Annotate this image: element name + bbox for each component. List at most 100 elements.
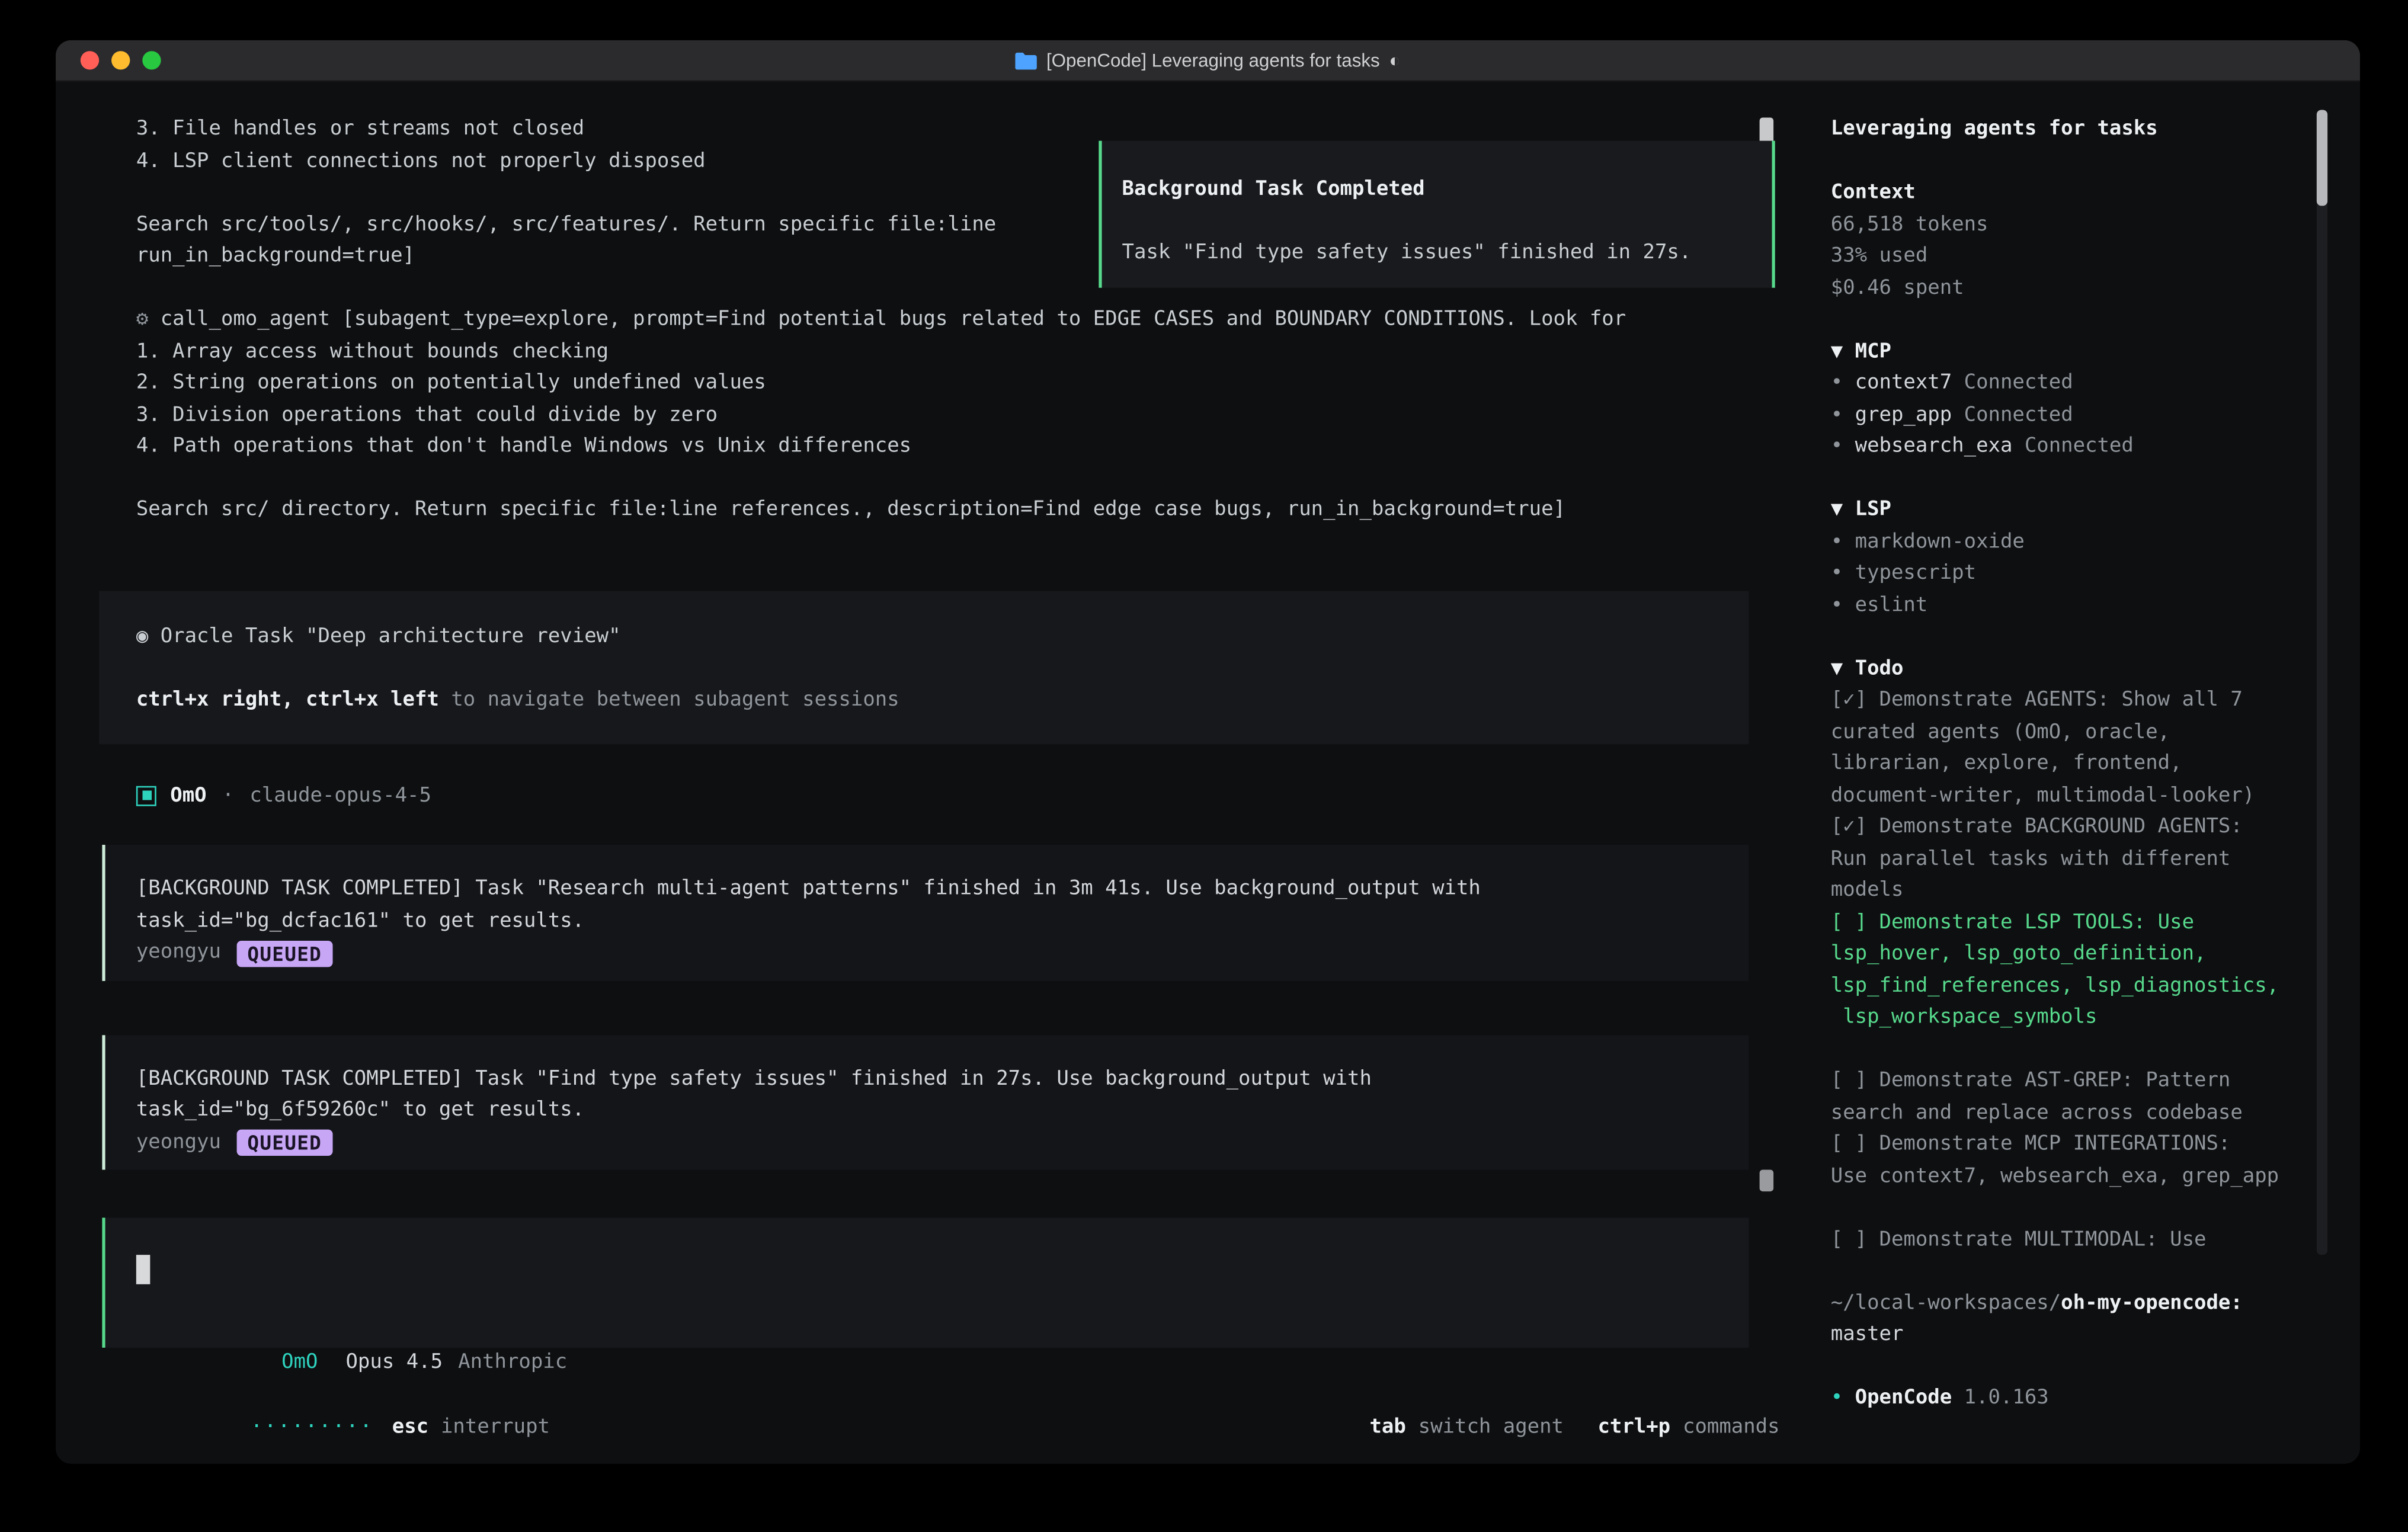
agent-model: claude-opus-4-5 [249,784,431,807]
gear-icon: ⚙ [136,308,161,331]
todo-item-line: [ ] Demonstrate AST-GREP: Pattern [1831,1066,2349,1098]
terminal-window: [OpenCode] Leveraging agents for tasks ◐… [56,40,2360,1464]
collapse-arrow-icon[interactable]: ▼ [1831,498,1843,521]
app-content: 3. File handles or streams not closed4. … [56,82,2360,1463]
todo-item-line: lsp_hover, lsp_goto_definition, [1831,939,2349,971]
collapse-arrow-icon[interactable]: ▼ [1831,339,1843,363]
todo-item-line: curated agents (OmO, oracle, [1831,717,2349,749]
todo-item-line: Use context7, websearch_exa, grep_app [1831,1161,2349,1193]
window-title: [OpenCode] Leveraging agents for tasks ◐ [1016,50,1401,72]
context-heading: Context [1831,178,2349,210]
tab-label: switch agent [1418,1415,1564,1438]
traffic-lights [81,51,161,69]
lsp-item: • eslint [1831,590,2349,622]
ctrlp-key: ctrl+p [1597,1415,1670,1438]
mcp-item: • websearch_exa Connected [1831,432,2349,464]
toast-title: Background Task Completed [1122,175,1772,207]
terminal-line: 3. Division operations that could divide… [136,400,1626,432]
todo-item-line: librarian, explore, frontend, [1831,749,2349,781]
lsp-name: typescript [1855,562,1976,585]
todo-item-line: [ ] Demonstrate LSP TOOLS: Use [1831,908,2349,940]
task-user: yeongyu [136,1127,221,1159]
blank-line [1831,1257,2349,1289]
task-line: task_id="bg_6f59260c" to get results. [136,1095,1718,1127]
task-message: [BACKGROUND TASK COMPLETED] Task "Find t… [102,1034,1749,1170]
bullet-icon: • [1831,594,1855,617]
todo-item-line: lsp_find_references, lsp_diagnostics, [1831,971,2349,1003]
esc-label: interrupt [441,1415,550,1438]
todo-item-line: lsp_workspace_symbols [1831,1002,2349,1034]
zoom-button[interactable] [142,51,161,69]
terminal-line: 4. LSP client connections not properly d… [136,146,996,178]
context-stat: $0.46 spent [1831,273,2349,305]
mcp-status: Connected [1952,371,2073,395]
task-line: [BACKGROUND TASK COMPLETED] Task "Find t… [136,1064,1718,1096]
window-title-text: [OpenCode] Leveraging agents for tasks [1046,50,1380,72]
status-bar: ·········escinterrupt tabswitch agentctr… [105,1380,1780,1412]
oracle-hint: ctrl+x right, ctrl+x left to navigate be… [136,685,1749,717]
text-cursor [136,1255,150,1284]
lsp-name: eslint [1855,594,1928,617]
prompt-input[interactable]: OmOOpus 4.5Anthropic [102,1217,1749,1347]
separator-dot: · [222,784,234,807]
bullet-icon: • [1831,530,1855,553]
close-button[interactable] [81,51,99,69]
ctrlp-label: commands [1683,1415,1780,1438]
notification-toast: Background Task Completed Task "Find typ… [1099,141,1775,288]
bullet-icon: • [1831,562,1855,585]
todo-item-line: [ ] Demonstrate MULTIMODAL: Use [1831,1225,2349,1257]
agent-header: OmO · claude-opus-4-5 [136,780,431,812]
context-stat: 66,518 tokens [1831,210,2349,242]
folder-icon [1016,52,1038,69]
bullet-icon: • [1831,435,1855,458]
scrollback-text: 3. File handles or streams not closed4. … [136,114,996,273]
terminal-line: Search src/ directory. Return specific f… [136,495,1626,527]
lsp-item: • typescript [1831,559,2349,591]
terminal-line: 2. String operations on potentially unde… [136,368,1626,400]
todo-item-line: models [1831,876,2349,908]
model-row: OmOOpus 4.5Anthropic [136,1315,567,1347]
titlebar[interactable]: [OpenCode] Leveraging agents for tasks ◐ [56,40,2360,82]
session-progress-icon: ◐ [1389,50,1400,72]
scrollbar-thumb[interactable] [2317,110,2327,206]
minimize-button[interactable] [111,51,130,69]
session-title: Leveraging agents for tasks [1831,114,2349,146]
input-agent: OmO [281,1350,318,1373]
terminal-line: 3. File handles or streams not closed [136,114,996,146]
toast-body: Task "Find type safety issues" finished … [1122,238,1772,270]
blank-line [1831,463,2349,495]
tool-call-lines: 1. Array access without bounds checking2… [136,336,1626,527]
spinner: ········· [251,1415,374,1438]
terminal-line: ⚙ call_omo_agent [subagent_type=explore,… [136,305,1626,337]
lsp-item: • markdown-oxide [1831,527,2349,559]
task-meta: yeongyuQUEUED [136,1127,1718,1159]
blank-line [1831,305,2349,337]
mcp-heading: ▼ MCP [1831,336,2349,368]
task-message-list: [BACKGROUND TASK COMPLETED] Task "Resear… [102,845,1749,1224]
blank-line [1122,207,1772,239]
lsp-name: markdown-oxide [1855,530,2025,553]
context-stats: 66,518 tokens33% used$0.46 spent [1831,210,2349,305]
terminal-line [136,463,1626,495]
agent-icon [136,786,156,806]
tool-call-head: call_omo_agent [subagent_type=explore, p… [161,308,1626,331]
status-left: ·········escinterrupt [105,1380,550,1412]
mcp-item: • grep_app Connected [1831,400,2349,432]
todo-item-line: document-writer, multimodal-looker) [1831,781,2349,813]
version-line: • OpenCode 1.0.163 [1831,1383,2349,1415]
workspace-repo: oh-my-opencode: [2061,1291,2243,1315]
task-line: [BACKGROUND TASK COMPLETED] Task "Resear… [136,874,1718,906]
sidebar-scrollbar[interactable] [2317,110,2327,1255]
todo-item-line: search and replace across codebase [1831,1098,2349,1130]
task-meta: yeongyuQUEUED [136,938,1718,970]
todo-item-line: [✓] Demonstrate BACKGROUND AGENTS: [1831,812,2349,844]
lsp-list: • markdown-oxide• typescript• eslint [1831,527,2349,622]
scrollbar-thumb[interactable] [1760,1170,1774,1192]
mcp-item: • context7 Connected [1831,368,2349,400]
context-stat: 33% used [1831,241,2349,273]
app-version: 1.0.163 [1964,1386,2049,1409]
mcp-status: Connected [2012,435,2133,458]
todo-list: [✓] Demonstrate AGENTS: Show all 7curate… [1831,685,2349,1257]
hint-text: to navigate between subagent sessions [439,688,899,711]
collapse-arrow-icon[interactable]: ▼ [1831,657,1843,680]
